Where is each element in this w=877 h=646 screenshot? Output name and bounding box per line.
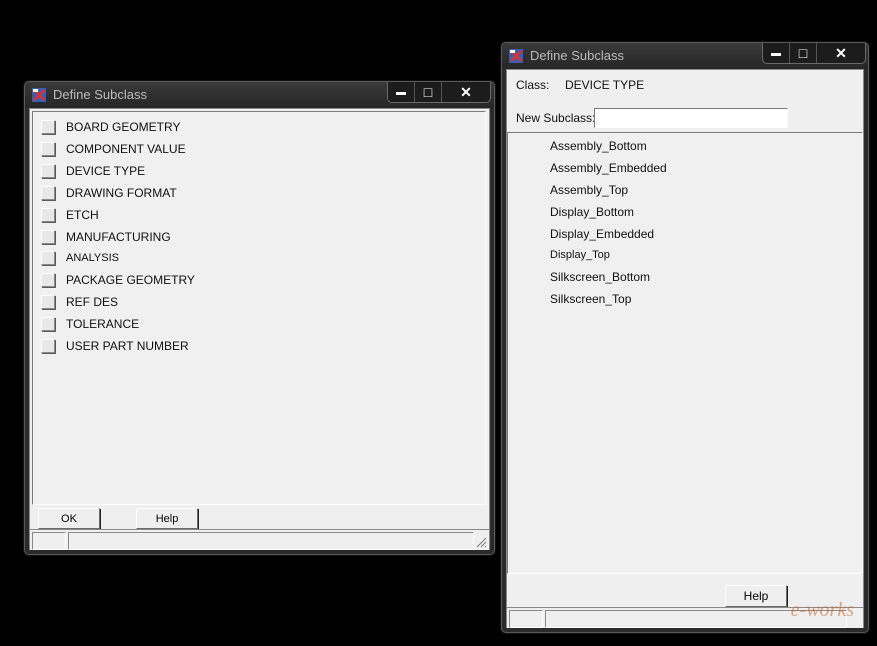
title-bar[interactable]: Define Subclass ▬ □ ✕ xyxy=(25,82,494,108)
status-pane xyxy=(509,610,543,628)
app-icon xyxy=(32,88,46,102)
list-item[interactable]: Assembly_Embedded xyxy=(550,161,667,175)
checkbox[interactable] xyxy=(41,186,55,200)
checkbox[interactable] xyxy=(41,251,55,265)
status-pane xyxy=(68,532,474,550)
subclass-checkbox-list: BOARD GEOMETRY COMPONENT VALUE DEVICE TY… xyxy=(32,111,486,505)
checkbox-label: USER PART NUMBER xyxy=(66,339,189,353)
checkbox-row-package-geometry[interactable]: PACKAGE GEOMETRY xyxy=(41,270,195,290)
checkbox-row-user-part-number[interactable]: USER PART NUMBER xyxy=(41,336,189,356)
checkbox-label: REF DES xyxy=(66,295,119,309)
minimize-icon[interactable]: ▬ xyxy=(763,43,789,63)
status-bar xyxy=(30,529,489,550)
window-client-area: BOARD GEOMETRY COMPONENT VALUE DEVICE TY… xyxy=(29,108,490,550)
list-item[interactable]: Silkscreen_Top xyxy=(550,292,631,306)
checkbox[interactable] xyxy=(41,120,55,134)
checkbox-label: PACKAGE GEOMETRY xyxy=(66,273,195,287)
list-item[interactable]: Silkscreen_Bottom xyxy=(550,270,650,284)
watermark-logo: e-works xyxy=(790,599,854,621)
checkbox[interactable] xyxy=(41,142,55,156)
checkbox[interactable] xyxy=(41,164,55,178)
define-subclass-window-left: Define Subclass ▬ □ ✕ BOARD GEOMETRY COM… xyxy=(24,81,495,555)
class-value: DEVICE TYPE xyxy=(565,78,645,92)
list-item[interactable]: Assembly_Bottom xyxy=(550,139,647,153)
checkbox-label: BOARD GEOMETRY xyxy=(66,120,181,134)
list-item[interactable]: Assembly_Top xyxy=(550,183,628,197)
close-icon[interactable]: ✕ xyxy=(441,82,490,102)
list-item[interactable]: Display_Embedded xyxy=(550,227,654,241)
maximize-icon[interactable]: □ xyxy=(414,82,441,102)
app-icon xyxy=(509,49,523,63)
checkbox-label: TOLERANCE xyxy=(66,317,140,331)
checkbox-row-manufacturing[interactable]: MANUFACTURING xyxy=(41,227,171,247)
checkbox-row-drawing-format[interactable]: DRAWING FORMAT xyxy=(41,183,177,203)
new-subclass-input[interactable] xyxy=(594,108,788,128)
status-pane xyxy=(32,532,66,550)
list-item[interactable]: Display_Top xyxy=(550,249,610,261)
checkbox-label: DRAWING FORMAT xyxy=(66,186,177,200)
checkbox[interactable] xyxy=(41,230,55,244)
checkbox-row-ref-des[interactable]: REF DES xyxy=(41,292,118,312)
checkbox[interactable] xyxy=(41,295,55,309)
close-icon[interactable]: ✕ xyxy=(816,43,865,63)
minimize-icon[interactable]: ▬ xyxy=(388,82,414,102)
maximize-icon[interactable]: □ xyxy=(789,43,816,63)
checkbox[interactable] xyxy=(41,339,55,353)
checkbox-row-etch[interactable]: ETCH xyxy=(41,205,99,225)
window-client-area: Class: DEVICE TYPE New Subclass: Assembl… xyxy=(506,69,864,628)
checkbox[interactable] xyxy=(41,317,55,331)
checkbox-label: DEVICE TYPE xyxy=(66,164,146,178)
window-controls: ▬ □ ✕ xyxy=(387,82,491,103)
title-bar[interactable]: Define Subclass ▬ □ ✕ xyxy=(502,43,868,69)
checkbox-row-component-value[interactable]: COMPONENT VALUE xyxy=(41,139,186,159)
checkbox-label: MANUFACTURING xyxy=(66,230,171,244)
help-button[interactable]: Help xyxy=(136,508,198,529)
checkbox-row-analysis[interactable]: ANALYSIS xyxy=(41,248,119,268)
window-title: Define Subclass xyxy=(53,87,147,102)
define-subclass-window-right: Define Subclass ▬ □ ✕ Class: DEVICE TYPE… xyxy=(501,42,869,633)
subclass-list[interactable]: Assembly_Bottom Assembly_Embedded Assemb… xyxy=(507,132,863,574)
checkbox-row-device-type[interactable]: DEVICE TYPE xyxy=(41,161,145,181)
new-subclass-label: New Subclass: xyxy=(516,111,596,125)
checkbox-row-board-geometry[interactable]: BOARD GEOMETRY xyxy=(41,117,180,137)
checkbox[interactable] xyxy=(41,208,55,222)
list-item[interactable]: Display_Bottom xyxy=(550,205,634,219)
ok-button[interactable]: OK xyxy=(38,508,100,529)
checkbox-row-tolerance[interactable]: TOLERANCE xyxy=(41,314,139,334)
checkbox[interactable] xyxy=(41,273,55,287)
checkbox-label: ANALYSIS xyxy=(66,252,119,264)
resize-grip-icon[interactable] xyxy=(476,537,487,548)
class-label: Class: xyxy=(516,78,550,92)
checkbox-label: ETCH xyxy=(66,208,99,222)
help-button[interactable]: Help xyxy=(725,585,787,607)
checkbox-label: COMPONENT VALUE xyxy=(66,142,186,156)
window-controls: ▬ □ ✕ xyxy=(762,43,866,64)
window-title: Define Subclass xyxy=(530,48,624,63)
